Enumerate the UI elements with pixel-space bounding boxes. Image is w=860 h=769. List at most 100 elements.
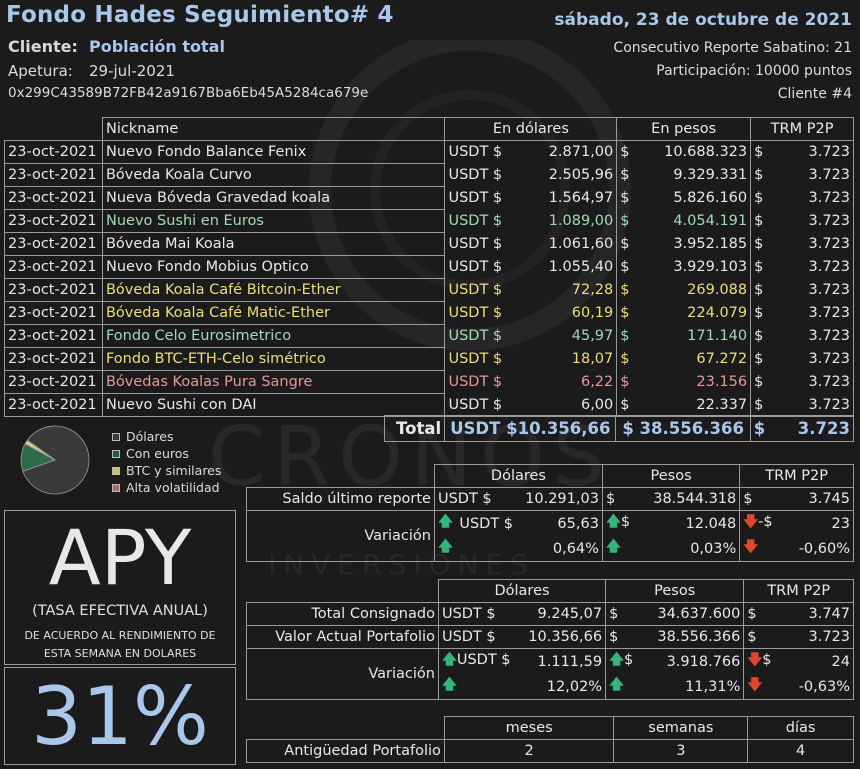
saldo-usd: 10.291,03 bbox=[517, 487, 603, 511]
portfolio-var-label: Variación bbox=[246, 648, 439, 700]
report-title: Fondo Hades Seguimiento# 4 bbox=[6, 2, 394, 28]
portfolio-var-trm-currency: $ bbox=[762, 652, 772, 668]
legend-swatch bbox=[112, 483, 120, 492]
holding-trm: 3.723 bbox=[772, 301, 854, 325]
holding-cop: 23.156 bbox=[638, 370, 752, 394]
apy-desc-1: DE ACUERDO AL RENDIMIENTO DE bbox=[24, 629, 216, 642]
holding-date: 23-oct-2021 bbox=[4, 163, 103, 187]
client-number: Cliente #4 bbox=[777, 86, 852, 102]
legend-label: Alta volatilidad bbox=[126, 480, 220, 495]
col-trm: TRM P2P bbox=[750, 117, 854, 141]
holding-trm: 3.723 bbox=[772, 140, 854, 164]
report-number: Consecutivo Reporte Sabatino: 21 bbox=[613, 40, 852, 56]
report-date: sábado, 23 de octubre de 2021 bbox=[554, 10, 852, 30]
col-usd: En dólares bbox=[444, 117, 618, 141]
holding-date: 23-oct-2021 bbox=[4, 255, 103, 279]
holding-date: 23-oct-2021 bbox=[4, 393, 103, 417]
holding-usd-currency: USDT $ bbox=[444, 301, 520, 325]
holding-usd-currency: USDT $ bbox=[444, 140, 520, 164]
col-cop: En pesos bbox=[616, 117, 752, 141]
consignado-trm: 3.747 bbox=[774, 602, 854, 626]
arrow-up-icon: 🡅 bbox=[437, 539, 453, 555]
holding-cop-currency: $ bbox=[616, 140, 639, 164]
legend-swatch bbox=[112, 466, 120, 475]
wallet-address: 0x299C43589B72FB42a9167Bba6Eb45A5284ca67… bbox=[8, 85, 369, 101]
holding-trm-currency: $ bbox=[750, 255, 773, 279]
actual-usd-currency: USDT $ bbox=[437, 625, 521, 649]
holding-cop: 3.952.185 bbox=[638, 232, 752, 256]
holding-date: 23-oct-2021 bbox=[4, 232, 103, 256]
weekly-var-cop-currency: $ bbox=[620, 514, 631, 530]
age-days: 4 bbox=[747, 739, 854, 763]
age-months: 2 bbox=[443, 739, 615, 763]
arrow-down-icon: 🡇 bbox=[743, 539, 759, 555]
weekly-var-trm: 23 bbox=[775, 510, 854, 536]
holding-name: Bóveda Koala Café Bitcoin-Ether bbox=[101, 278, 446, 302]
holding-cop: 4.054.191 bbox=[638, 209, 752, 233]
holding-usd: 2.871,00 bbox=[519, 140, 618, 164]
weekly-var-trm-pct: -0,60% bbox=[775, 536, 854, 562]
consignado-cop-currency: $ bbox=[605, 602, 637, 626]
holding-date: 23-oct-2021 bbox=[4, 278, 103, 302]
total-trm-currency: $ bbox=[749, 415, 773, 442]
apy-value-panel: 31% bbox=[4, 667, 236, 765]
actual-usd: 10.356,66 bbox=[520, 625, 607, 649]
holding-usd: 18,07 bbox=[519, 347, 618, 371]
holding-name: Nuevo Fondo Balance Fenix bbox=[101, 140, 446, 164]
age-label: Antigüedad Portafolio bbox=[246, 739, 445, 763]
holding-usd: 1.061,60 bbox=[519, 232, 618, 256]
apy-desc-2: ESTA SEMANA EN DOLARES bbox=[43, 647, 197, 660]
holding-row: 23-oct-2021 Nuevo Fondo Balance Fenix USDT… bbox=[4, 140, 854, 164]
age-weeks: 3 bbox=[613, 739, 749, 763]
portfolio-var-trm-pct: -0,63% bbox=[774, 674, 854, 700]
age-col-days: días bbox=[747, 716, 854, 740]
holding-cop-currency: $ bbox=[616, 209, 639, 233]
arrow-down-icon: 🡇 bbox=[747, 677, 763, 693]
holding-trm: 3.723 bbox=[772, 255, 854, 279]
arrow-up-icon: 🡅 bbox=[609, 677, 624, 693]
holding-name: Nueva Bóveda Gravedad koala bbox=[101, 186, 446, 210]
arrow-down-icon: 🡇 bbox=[743, 514, 759, 530]
holding-trm-currency: $ bbox=[750, 324, 773, 348]
age-header-row: meses semanas días bbox=[247, 716, 854, 740]
holding-date: 23-oct-2021 bbox=[4, 186, 103, 210]
holding-usd: 6,22 bbox=[519, 370, 618, 394]
weekly-var-usd-currency: USDT $ bbox=[459, 515, 514, 532]
weekly-var-cop-pct: 0,03% bbox=[633, 536, 741, 562]
holding-cop-currency: $ bbox=[616, 163, 639, 187]
holding-row: 23-oct-2021 Nueva Bóveda Gravedad koala US… bbox=[4, 186, 854, 210]
holding-date: 23-oct-2021 bbox=[4, 370, 103, 394]
total-usd: USDT $10.356,66 bbox=[444, 415, 617, 442]
apy-heading: APY bbox=[48, 513, 192, 602]
holding-date: 23-oct-2021 bbox=[4, 209, 103, 233]
holding-usd-currency: USDT $ bbox=[444, 347, 520, 371]
actual-trm-currency: $ bbox=[743, 625, 775, 649]
holding-trm: 3.723 bbox=[772, 347, 854, 371]
holding-trm-currency: $ bbox=[750, 186, 773, 210]
holding-row: 23-oct-2021 Bóvedas Koalas Pura Sangre USD… bbox=[4, 370, 854, 394]
holding-usd: 45,97 bbox=[519, 324, 618, 348]
portfolio-var-usd: 1.111,59 bbox=[520, 648, 607, 674]
holding-usd-currency: USDT $ bbox=[444, 163, 520, 187]
holding-cop-currency: $ bbox=[616, 301, 639, 325]
holding-cop-currency: $ bbox=[616, 255, 639, 279]
saldo-trm: 3.745 bbox=[775, 487, 854, 511]
arrow-up-icon: 🡅 bbox=[441, 677, 457, 693]
holding-usd: 1.055,40 bbox=[519, 255, 618, 279]
age-table: meses semanas días Antigüedad Portafolio… bbox=[246, 716, 854, 763]
holding-usd: 60,19 bbox=[519, 301, 618, 325]
saldo-usd-currency: USDT $ bbox=[433, 487, 518, 511]
holding-date: 23-oct-2021 bbox=[4, 324, 103, 348]
holding-cop-currency: $ bbox=[616, 324, 639, 348]
weekly-var-row: Variación 🡅 USDT $ 65,63 🡅$ 12.048 🡇-$ 2… bbox=[246, 510, 854, 562]
apy-subtitle: (TASA EFECTIVA ANUAL) bbox=[32, 603, 208, 619]
pie-legend: Dólares Con euros BTC y similares Alta v… bbox=[112, 428, 221, 496]
holding-usd-currency: USDT $ bbox=[444, 370, 520, 394]
holding-trm-currency: $ bbox=[750, 232, 773, 256]
allocation-pie-chart bbox=[20, 425, 90, 495]
arrow-up-icon: 🡅 bbox=[605, 539, 621, 555]
arrow-up-icon: 🡅 bbox=[605, 514, 621, 530]
holding-name: Fondo Celo Eurosimetrico bbox=[101, 324, 446, 348]
holding-row: 23-oct-2021 Fondo Celo Eurosimetrico USDT … bbox=[4, 324, 854, 348]
legend-label: Dólares bbox=[126, 429, 174, 444]
